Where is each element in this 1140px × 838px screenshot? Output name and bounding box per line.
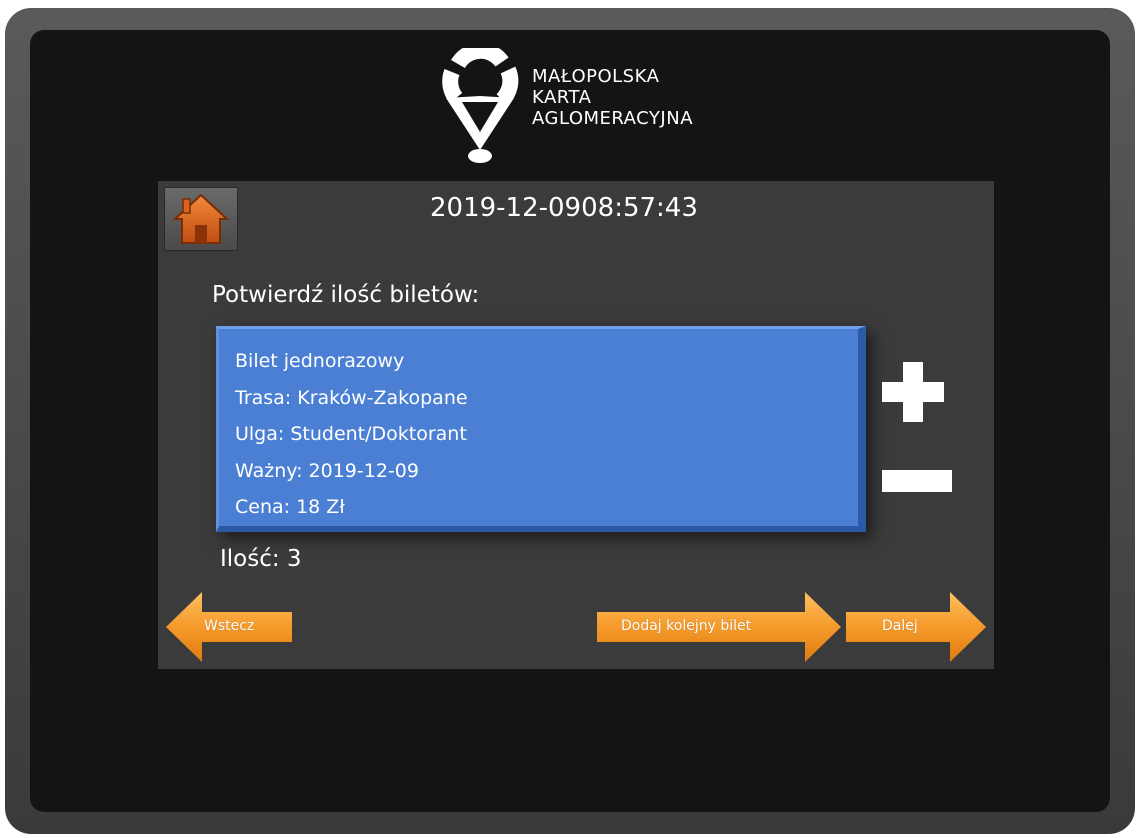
logo-line-1: MAŁOPOLSKA: [532, 66, 660, 87]
ticket-details: Bilet jednorazowy Trasa: Kraków-Zakopane…: [216, 326, 866, 532]
back-button-label: Wstecz: [204, 618, 255, 634]
increase-quantity-button[interactable]: [882, 362, 944, 422]
logo-line-3: AGLOMERACYJNA: [532, 108, 694, 129]
confirm-quantity-label: Potwierdź ilość biletów:: [212, 282, 480, 308]
mak-logo: MAŁOPOLSKA KARTA AGLOMERACYJNA: [440, 48, 740, 168]
ticket-valid: Ważny: 2019-12-09: [235, 459, 419, 482]
quantity-value: Ilość: 3: [220, 546, 302, 572]
ticket-type: Bilet jednorazowy: [235, 350, 405, 372]
next-button-label: Dalej: [882, 618, 918, 634]
datetime: 2019-12-0908:57:43: [430, 193, 698, 223]
next-button[interactable]: Dalej: [844, 592, 988, 662]
location-pin-logo-icon: [442, 48, 519, 163]
logo-line-2: KARTA: [532, 87, 592, 108]
plus-icon: [882, 362, 944, 422]
decrease-quantity-button[interactable]: [882, 470, 952, 492]
ticket-route: Trasa: Kraków-Zakopane: [235, 386, 468, 409]
date-text: 2019-12-09: [430, 193, 582, 223]
home-button[interactable]: [164, 187, 238, 251]
home-icon: [173, 193, 229, 244]
ticket-price: Cena: 18 Zł: [235, 496, 345, 518]
ticket-discount: Ulga: Student/Doktorant: [235, 423, 467, 445]
minus-icon: [882, 470, 952, 492]
time-text: 08:57:43: [581, 193, 698, 223]
back-button[interactable]: Wstecz: [166, 592, 294, 662]
add-another-ticket-label: Dodaj kolejny bilet: [621, 618, 752, 634]
add-another-ticket-button[interactable]: Dodaj kolejny bilet: [595, 592, 841, 662]
logo-text: MAŁOPOLSKA KARTA AGLOMERACYJNA: [532, 66, 693, 129]
